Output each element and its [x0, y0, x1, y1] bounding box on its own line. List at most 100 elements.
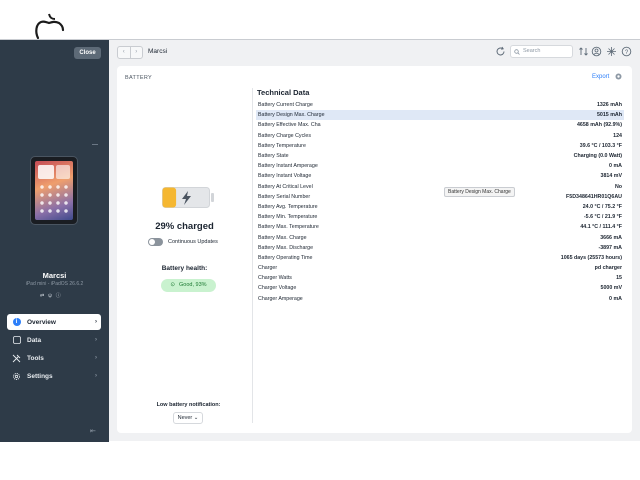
continuous-updates-toggle[interactable] — [148, 238, 163, 246]
low-battery-select[interactable]: Never ⌄ — [173, 412, 203, 424]
table-row[interactable]: Battery Temperature 39.6 °C / 103.3 °F — [256, 141, 624, 151]
row-value: 39.6 °C / 103.3 °F — [579, 142, 622, 149]
row-label: Battery Design Max. Charge — [258, 112, 325, 119]
battery-level-fill — [162, 187, 177, 208]
row-value: -3897 mA — [598, 244, 622, 251]
table-row[interactable]: Battery Avg. Temperature 24.0 °C / 75.2 °… — [256, 202, 624, 212]
row-value: F5D348641HR01Q6AU — [566, 193, 622, 200]
export-link[interactable]: Export — [592, 74, 609, 80]
usb-icon: ψ — [48, 292, 52, 299]
table-row[interactable]: Charger Amperage 0 mA — [256, 294, 624, 304]
low-battery-value: Never — [177, 415, 193, 421]
app-window: Close Marcsi iPad mini - iPadOS 26.6.2 ⇄… — [0, 39, 640, 442]
chevron-down-icon: ⌄ — [193, 415, 199, 421]
row-value: 15 — [616, 275, 622, 282]
row-label: Battery Effective Max. Cha — [258, 122, 321, 129]
sidebar-item-tools[interactable]: Tools › — [7, 350, 101, 366]
table-row[interactable]: Battery Max. Temperature 44.1 °C / 111.4 … — [256, 222, 624, 232]
row-label: Battery Max. Temperature — [258, 224, 319, 231]
battery-health-value: Good, 93% — [179, 282, 207, 288]
row-label: Battery Temperature — [258, 142, 306, 149]
charge-percentage: 29% charged — [155, 221, 214, 232]
table-row[interactable]: Charger Voltage 5000 mV — [256, 283, 624, 293]
tooltip: Battery Design Max. Charge — [444, 187, 515, 197]
sidebar-item-settings[interactable]: Settings › — [7, 368, 101, 384]
transfer-icon[interactable] — [578, 46, 589, 57]
low-battery-label: Low battery notification: — [156, 402, 221, 408]
row-label: Battery Operating Time — [258, 254, 313, 261]
device-image — [30, 156, 78, 225]
battery-icon — [162, 187, 214, 208]
table-row[interactable]: Battery Serial Number F5D348641HR01Q6AU — [256, 192, 624, 202]
device-name: Marcsi — [42, 271, 67, 280]
chevron-right-icon: › — [95, 355, 97, 361]
sidebar-divider — [92, 144, 98, 145]
row-value: pd charger — [594, 265, 622, 272]
check-circle-icon: ⊙ — [170, 282, 176, 288]
row-value: 0 mA — [609, 163, 622, 170]
row-label: Battery Max. Charge — [258, 234, 307, 241]
row-value: 5015 mAh — [596, 112, 622, 119]
svg-text:?: ? — [625, 50, 629, 56]
table-row[interactable]: Battery Max. Discharge -3897 mA — [256, 243, 624, 253]
row-label: Battery Max. Discharge — [258, 244, 314, 251]
table-row[interactable]: Battery Min. Temperature -5.6 °C / 21.9 °… — [256, 212, 624, 222]
data-icon — [12, 336, 21, 345]
connection-icon: ⇄ — [40, 292, 45, 299]
history-nav: ‹ › — [117, 46, 143, 59]
table-row[interactable]: Battery Effective Max. Cha 4658 mAh (92.9… — [256, 120, 624, 130]
forward-button[interactable]: › — [131, 47, 143, 58]
toolbar: ‹ › Marcsi Search ? — [109, 40, 640, 66]
tools-icon — [12, 354, 21, 363]
row-label: Charger Voltage — [258, 285, 297, 292]
sidebar-item-label: Overview — [27, 318, 56, 326]
row-value: 1326 mAh — [596, 102, 622, 109]
sidebar-item-label: Settings — [27, 372, 53, 380]
sidebar: Close Marcsi iPad mini - iPadOS 26.6.2 ⇄… — [0, 40, 109, 442]
search-icon — [514, 49, 520, 55]
row-value: No — [614, 183, 622, 190]
collapse-sidebar-icon[interactable]: ⇤ — [90, 427, 96, 435]
battery-card: BATTERY Export 29% charged Continuous Up… — [117, 66, 632, 433]
row-label: Battery Charge Cycles — [258, 132, 311, 139]
table-row[interactable]: Charger Watts 15 — [256, 273, 624, 283]
account-icon[interactable] — [591, 46, 602, 57]
row-value: 24.0 °C / 75.2 °F — [582, 203, 622, 210]
row-value: 3666 mA — [600, 234, 622, 241]
row-value: -5.6 °C / 21.9 °F — [583, 214, 622, 221]
table-row[interactable]: Battery Charge Cycles 124 — [256, 131, 624, 141]
refresh-icon[interactable] — [495, 46, 506, 57]
settings-gear-icon[interactable] — [615, 73, 622, 80]
sparkle-icon[interactable] — [606, 46, 617, 57]
battery-health-label: Battery health: — [161, 265, 208, 272]
breadcrumb: Marcsi — [148, 48, 168, 55]
row-label: Charger Amperage — [258, 295, 303, 302]
table-row[interactable]: Battery Instant Voltage 3814 mV — [256, 171, 624, 181]
table-row[interactable]: Battery Instant Amperage 0 mA — [256, 161, 624, 171]
help-icon[interactable]: ? — [621, 46, 632, 57]
row-label: Battery Serial Number — [258, 193, 311, 200]
table-row[interactable]: Charger pd charger — [256, 263, 624, 273]
sidebar-item-data[interactable]: Data › — [7, 332, 101, 348]
close-button[interactable]: Close — [74, 47, 101, 59]
row-label: Battery Instant Voltage — [258, 173, 312, 180]
table-row[interactable]: Battery Current Charge 1326 mAh — [256, 100, 624, 110]
back-button[interactable]: ‹ — [118, 47, 131, 58]
table-row[interactable]: Battery Max. Charge 3666 mA — [256, 232, 624, 242]
technical-data-table: Battery Current Charge 1326 mAh Battery De… — [256, 100, 624, 304]
table-row[interactable]: Battery State Charging (0.0 Watt) — [256, 151, 624, 161]
row-value: Charging (0.0 Watt) — [573, 153, 622, 160]
sidebar-item-label: Data — [27, 336, 42, 344]
continuous-updates-row: Continuous Updates — [148, 238, 218, 246]
table-row[interactable]: Battery Design Max. Charge 5015 mAh — [256, 110, 624, 121]
sidebar-nav: i Overview › Data › Tools › Settings › — [7, 314, 101, 386]
device-status-icons: ⇄ ψ ⓘ — [40, 292, 70, 300]
row-label: Battery At Critical Level — [258, 183, 313, 190]
table-row[interactable]: Battery Operating Time 1065 days (25573 h… — [256, 253, 624, 263]
sidebar-item-overview[interactable]: i Overview › — [7, 314, 101, 330]
row-value: 3814 mV — [600, 173, 623, 180]
continuous-updates-label: Continuous Updates — [168, 239, 218, 245]
row-value: 5000 mV — [600, 285, 623, 292]
info-icon: i — [12, 318, 21, 327]
table-row[interactable]: Battery At Critical Level No — [256, 182, 624, 192]
